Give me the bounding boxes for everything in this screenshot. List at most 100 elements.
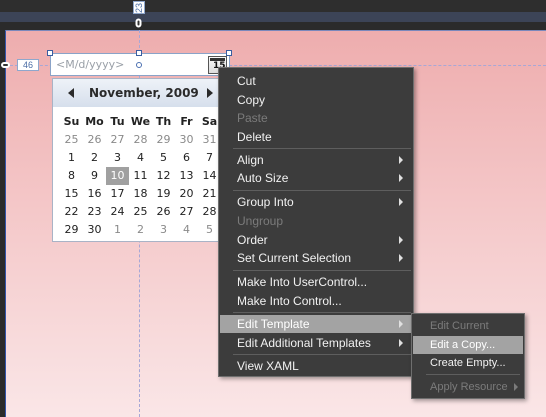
- calendar-week-row: 1234567: [60, 149, 221, 167]
- menu-item-group-into[interactable]: Group Into: [220, 193, 412, 211]
- calendar-day[interactable]: 4: [129, 149, 152, 167]
- submenu-arrow-icon: [399, 236, 403, 244]
- weekday-label: Th: [155, 115, 172, 128]
- menu-item-auto-size[interactable]: Auto Size: [220, 169, 412, 187]
- menu-item-order[interactable]: Order: [220, 231, 412, 249]
- date-picker-textbox[interactable]: <M/d/yyyy>: [50, 53, 230, 76]
- calendar-day[interactable]: 27: [106, 131, 129, 149]
- menu-item-group-into-label: Group Into: [237, 195, 294, 209]
- weekday-label: Mo: [85, 115, 104, 128]
- calendar-month-title[interactable]: November, 2009: [89, 86, 199, 100]
- submenu-arrow-icon: [399, 156, 403, 164]
- weekday-label: We: [130, 115, 151, 128]
- calendar-day[interactable]: 30: [83, 221, 106, 239]
- calendar-day[interactable]: 1: [106, 221, 129, 239]
- calendar-day[interactable]: 26: [152, 203, 175, 221]
- calendar-day[interactable]: 15: [60, 185, 83, 203]
- calendar-day[interactable]: 13: [175, 167, 198, 185]
- calendar-day[interactable]: 2: [129, 221, 152, 239]
- weekday-label: Fr: [180, 115, 193, 128]
- calendar-week-row: 22 23 24 25 26 27 28: [60, 203, 221, 221]
- calendar-day[interactable]: 25: [60, 131, 83, 149]
- calendar-day[interactable]: 28: [129, 131, 152, 149]
- calendar-day[interactable]: 3: [106, 149, 129, 167]
- calendar-day[interactable]: 16: [83, 185, 106, 203]
- menu-item-edit-additional-templates[interactable]: Edit Additional Templates: [220, 334, 412, 352]
- context-menu: Cut Copy Paste Delete Align Auto Size Gr…: [218, 67, 414, 377]
- top-margin-value: 23: [133, 1, 145, 14]
- calendar-popup: November, 2009 Su Mo Tu We Th Fr Sa 25 26 27 28 29 3…: [52, 78, 222, 242]
- calendar-week-row: 15 16 17 18 19 20 21: [60, 185, 221, 203]
- calendar-day[interactable]: 5: [152, 149, 175, 167]
- calendar-day[interactable]: 1: [60, 149, 83, 167]
- calendar-day[interactable]: 12: [152, 167, 175, 185]
- calendar-week-row: 8 9 10 11 12 13 14: [60, 167, 221, 185]
- calendar-day[interactable]: 30: [175, 131, 198, 149]
- menu-item-copy[interactable]: Copy: [220, 91, 412, 109]
- calendar-day[interactable]: 11: [129, 167, 152, 185]
- calendar-day[interactable]: 29: [152, 131, 175, 149]
- menu-separator: [233, 270, 411, 271]
- calendar-day[interactable]: 24: [106, 203, 129, 221]
- submenu-item-edit-a-copy[interactable]: Edit a Copy...: [413, 336, 523, 354]
- date-picker-placeholder: <M/d/yyyy>: [56, 58, 125, 71]
- submenu-item-edit-current: Edit Current: [430, 320, 489, 332]
- menu-item-make-into-usercontrol[interactable]: Make Into UserControl...: [220, 273, 412, 291]
- resize-handle-top-left[interactable]: [47, 50, 53, 56]
- calendar-day[interactable]: 25: [129, 203, 152, 221]
- menu-separator: [233, 354, 411, 355]
- left-margin-pin-icon[interactable]: [1, 62, 10, 68]
- menu-separator: [233, 312, 411, 313]
- menu-item-paste: Paste: [237, 111, 268, 125]
- menu-separator: [233, 148, 411, 149]
- calendar-day[interactable]: 3: [152, 221, 175, 239]
- calendar-day[interactable]: 20: [175, 185, 198, 203]
- submenu-arrow-icon: [399, 320, 403, 328]
- calendar-day[interactable]: 18: [129, 185, 152, 203]
- submenu-arrow-icon: [399, 254, 403, 262]
- calendar-day[interactable]: 4: [175, 221, 198, 239]
- menu-item-view-xaml[interactable]: View XAML: [220, 357, 412, 375]
- weekday-label: Su: [63, 115, 80, 128]
- calendar-week-row: 29 30 1 2 3 4 5: [60, 221, 221, 239]
- calendar-day[interactable]: 6: [175, 149, 198, 167]
- calendar-day[interactable]: 17: [106, 185, 129, 203]
- submenu-item-apply-resource-label: Apply Resource: [430, 381, 508, 393]
- menu-item-align[interactable]: Align: [220, 151, 412, 169]
- menu-item-edit-additional-templates-label: Edit Additional Templates: [237, 336, 371, 350]
- resize-handle-top[interactable]: [136, 50, 142, 56]
- calendar-day[interactable]: 10: [106, 167, 129, 185]
- menu-item-order-label: Order: [237, 233, 268, 247]
- menu-separator: [233, 190, 411, 191]
- submenu-item-apply-resource: Apply Resource: [413, 378, 523, 396]
- submenu-arrow-icon: [514, 383, 518, 391]
- top-margin-pin-icon[interactable]: [135, 18, 142, 28]
- calendar-day[interactable]: 23: [83, 203, 106, 221]
- menu-item-make-into-control[interactable]: Make Into Control...: [220, 292, 412, 310]
- submenu-arrow-icon: [399, 339, 403, 347]
- menu-item-set-current-selection-label: Set Current Selection: [237, 251, 352, 265]
- center-point-marker[interactable]: [136, 62, 142, 68]
- previous-month-icon[interactable]: [68, 88, 74, 98]
- menu-item-set-current-selection[interactable]: Set Current Selection: [220, 249, 412, 267]
- menu-item-cut[interactable]: Cut: [220, 72, 412, 90]
- canvas-border-strip: [0, 22, 546, 30]
- next-month-icon[interactable]: [207, 88, 213, 98]
- calendar-day-grid: Su Mo Tu We Th Fr Sa 25 26 27 28 29 30 31 1 2 3 4 5 6 7 8 9 10 1…: [60, 113, 221, 239]
- calendar-day[interactable]: 26: [83, 131, 106, 149]
- calendar-day[interactable]: 19: [152, 185, 175, 203]
- menu-item-edit-template[interactable]: Edit Template: [220, 315, 412, 333]
- calendar-day[interactable]: 22: [60, 203, 83, 221]
- calendar-day[interactable]: 29: [60, 221, 83, 239]
- menu-item-auto-size-label: Auto Size: [237, 171, 289, 185]
- menu-item-delete[interactable]: Delete: [220, 128, 412, 146]
- submenu-item-create-empty[interactable]: Create Empty...: [413, 354, 523, 372]
- submenu-arrow-icon: [399, 174, 403, 182]
- calendar-day[interactable]: 8: [60, 167, 83, 185]
- calendar-day[interactable]: 9: [83, 167, 106, 185]
- edit-template-submenu: Edit Current Edit a Copy... Create Empty…: [411, 313, 525, 399]
- menu-separator: [426, 374, 520, 375]
- calendar-day[interactable]: 27: [175, 203, 198, 221]
- top-toolbar-strip: [0, 0, 546, 12]
- calendar-day[interactable]: 2: [83, 149, 106, 167]
